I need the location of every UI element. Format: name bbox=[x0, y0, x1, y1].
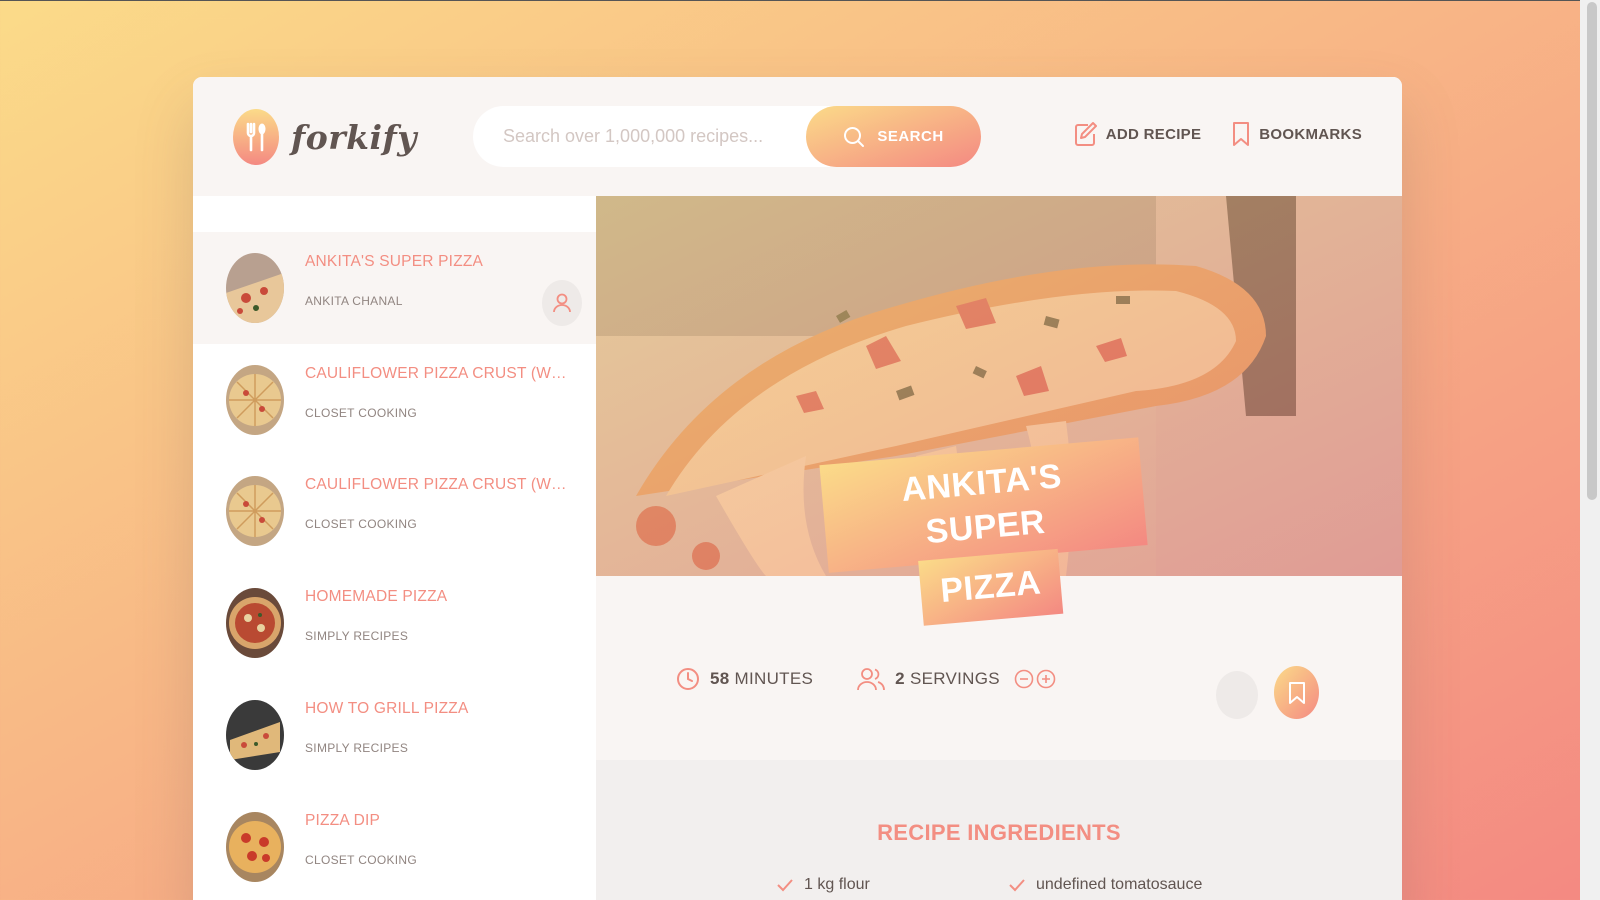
cooking-time-unit: MINUTES bbox=[734, 669, 814, 688]
add-recipe-label: ADD RECIPE bbox=[1105, 125, 1202, 143]
check-icon bbox=[777, 879, 793, 892]
clock-icon bbox=[677, 668, 699, 690]
ingredient-text: undefined tomatosauce bbox=[1036, 876, 1203, 893]
recipe-title-line-2: PIZZA bbox=[917, 549, 1064, 626]
result-title: HOW TO GRILL PIZZA bbox=[305, 700, 469, 717]
window-top-border bbox=[0, 0, 1600, 1]
increase-servings-button[interactable] bbox=[1036, 668, 1056, 690]
recipe-details: 58 MINUTES 2 SERVINGS bbox=[676, 666, 1056, 692]
plus-circle-icon bbox=[1036, 669, 1056, 689]
result-publisher: SIMPLY RECIPES bbox=[305, 741, 409, 755]
bookmark-icon bbox=[1288, 681, 1305, 704]
result-item[interactable]: PIZZA DIP CLOSET COOKING bbox=[193, 791, 596, 900]
search-icon bbox=[844, 126, 865, 147]
recipe-thumbnail bbox=[226, 588, 284, 658]
fork-spoon-icon bbox=[233, 109, 279, 165]
add-recipe-button[interactable]: ADD RECIPE bbox=[1074, 121, 1202, 147]
servings-value: 2 bbox=[895, 669, 905, 688]
ingredient-item: undefined tomatosauce bbox=[1008, 876, 1202, 894]
search-button[interactable]: SEARCH bbox=[806, 106, 981, 167]
user-generated-badge bbox=[1216, 671, 1258, 719]
decrease-servings-button[interactable] bbox=[1014, 668, 1034, 690]
result-title: PIZZA DIP bbox=[305, 812, 381, 829]
recipe-thumbnail bbox=[226, 812, 284, 882]
app-container: forkify SEARCH ADD RECIPE bbox=[193, 77, 1402, 900]
servings-controls bbox=[1014, 668, 1056, 690]
recipe-thumbnail bbox=[226, 253, 284, 323]
result-publisher: CLOSET COOKING bbox=[305, 853, 418, 867]
result-item[interactable]: HOW TO GRILL PIZZA SIMPLY RECIPES bbox=[193, 679, 596, 791]
search-button-label: SEARCH bbox=[877, 128, 944, 145]
nav: ADD RECIPE BOOKMARKS bbox=[1074, 121, 1362, 147]
user-icon bbox=[542, 280, 582, 326]
result-title: ANKITA'S SUPER PIZZA bbox=[305, 253, 484, 270]
servings: 2 SERVINGS bbox=[857, 666, 1000, 692]
servings-unit: SERVINGS bbox=[909, 669, 1000, 688]
header: forkify SEARCH ADD RECIPE bbox=[193, 77, 1402, 196]
bookmark-icon bbox=[1233, 122, 1250, 146]
bookmark-recipe-button[interactable] bbox=[1274, 666, 1319, 719]
users-icon bbox=[857, 668, 886, 691]
minus-circle-icon bbox=[1014, 669, 1034, 689]
search-results: ANKITA'S SUPER PIZZA ANKITA CHANAL CAULI… bbox=[193, 196, 596, 900]
result-item[interactable]: CAULIFLOWER PIZZA CRUST (WIT... CLOSET C… bbox=[193, 344, 596, 456]
result-item[interactable]: CAULIFLOWER PIZZA CRUST (WIT... CLOSET C… bbox=[193, 455, 596, 567]
cooking-time-value: 58 bbox=[710, 669, 730, 688]
search-input[interactable] bbox=[503, 116, 833, 157]
check-icon bbox=[1009, 879, 1025, 892]
recipe-thumbnail bbox=[226, 476, 284, 546]
result-item[interactable]: ANKITA'S SUPER PIZZA ANKITA CHANAL bbox=[193, 232, 596, 344]
bookmarks-button[interactable]: BOOKMARKS bbox=[1231, 121, 1362, 147]
search-form: SEARCH bbox=[473, 106, 981, 167]
result-publisher: CLOSET COOKING bbox=[305, 406, 418, 420]
recipe-thumbnail bbox=[226, 700, 284, 770]
recipe-view: ANKITA'S SUPER PIZZA 58 MINUTES 2 SERVIN… bbox=[596, 196, 1402, 900]
recipe-thumbnail bbox=[226, 365, 284, 435]
logo[interactable]: forkify bbox=[233, 109, 417, 165]
logo-text: forkify bbox=[291, 117, 417, 157]
result-publisher: ANKITA CHANAL bbox=[305, 294, 403, 308]
recipe-ingredients: RECIPE INGREDIENTS 1 kg flour undefined … bbox=[596, 760, 1402, 900]
edit-icon bbox=[1074, 122, 1097, 146]
result-item[interactable]: HOMEMADE PIZZA SIMPLY RECIPES bbox=[193, 567, 596, 679]
ingredient-text: 1 kg flour bbox=[804, 876, 870, 893]
result-title: CAULIFLOWER PIZZA CRUST (WIT... bbox=[305, 365, 570, 382]
result-title: CAULIFLOWER PIZZA CRUST (WIT... bbox=[305, 476, 570, 493]
page-scrollbar[interactable] bbox=[1580, 0, 1600, 900]
ingredient-item: 1 kg flour bbox=[776, 876, 870, 894]
scrollbar-thumb[interactable] bbox=[1587, 2, 1597, 500]
result-title: HOMEMADE PIZZA bbox=[305, 588, 448, 605]
ingredients-heading: RECIPE INGREDIENTS bbox=[877, 820, 1121, 845]
result-publisher: SIMPLY RECIPES bbox=[305, 629, 409, 643]
recipe-title: ANKITA'S SUPER PIZZA bbox=[819, 437, 1152, 629]
result-publisher: CLOSET COOKING bbox=[305, 517, 418, 531]
bookmarks-label: BOOKMARKS bbox=[1259, 125, 1362, 143]
cooking-time: 58 MINUTES bbox=[676, 666, 813, 692]
